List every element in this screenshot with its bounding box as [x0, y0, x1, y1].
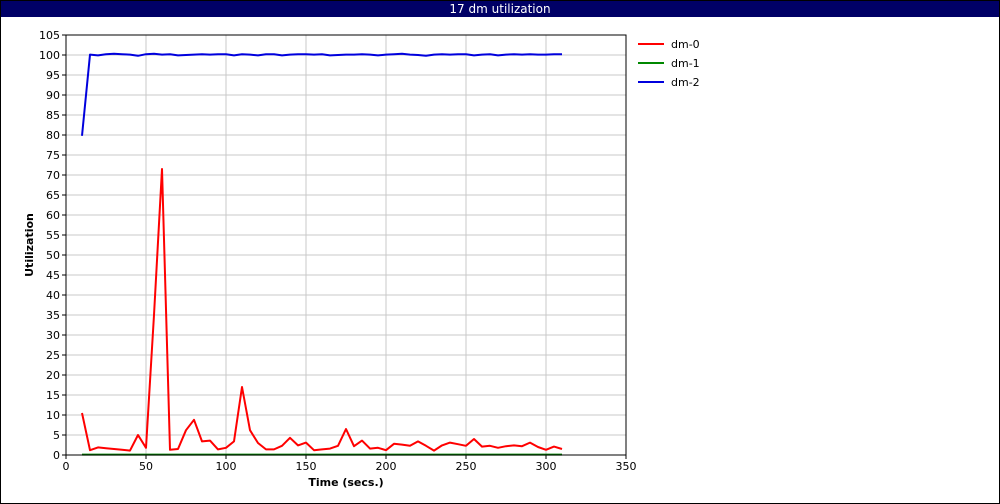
y-tick-label: 35 [46, 309, 60, 322]
y-tick-label: 40 [46, 289, 60, 302]
y-tick-label: 10 [46, 409, 60, 422]
legend-label: dm-2 [671, 76, 700, 89]
y-tick-label: 80 [46, 129, 60, 142]
y-tick-label: 15 [46, 389, 60, 402]
chart-canvas: 0 5 10 15 20 25 30 35 40 45 50 55 60 65 70 75 80 85 90 95 10… [23, 29, 700, 489]
y-tick-label: 65 [46, 189, 60, 202]
legend-label: dm-1 [671, 57, 700, 70]
y-tick-label: 95 [46, 69, 60, 82]
x-tick-label: 100 [216, 460, 237, 473]
y-tick-label: 55 [46, 229, 60, 242]
x-tick-label: 350 [616, 460, 637, 473]
y-tick-label: 60 [46, 209, 60, 222]
y-tick-label: 45 [46, 269, 60, 282]
x-tick-label: 200 [376, 460, 397, 473]
legend: dm-0 dm-1 dm-2 [638, 38, 700, 89]
x-tick-label: 50 [139, 460, 153, 473]
y-tick-label: 0 [53, 449, 60, 462]
series-line-dm-0 [81, 168, 563, 452]
tick-labels: 0 5 10 15 20 25 30 35 40 45 50 55 60 65 70 75 80 85 90 95 10… [39, 29, 637, 473]
y-tick-label: 70 [46, 169, 60, 182]
y-tick-label: 100 [39, 49, 60, 62]
x-tick-label: 250 [456, 460, 477, 473]
y-tick-label: 20 [46, 369, 60, 382]
x-axis-label: Time (secs.) [308, 476, 383, 489]
y-tick-label: 25 [46, 349, 60, 362]
x-tick-label: 300 [536, 460, 557, 473]
series-lines [81, 52, 563, 456]
x-tick-label: 150 [296, 460, 317, 473]
y-tick-label: 85 [46, 109, 60, 122]
y-tick-label: 30 [46, 329, 60, 342]
y-tick-label: 105 [39, 29, 60, 42]
y-axis-label: Utilization [23, 213, 36, 277]
y-tick-label: 75 [46, 149, 60, 162]
legend-label: dm-0 [671, 38, 700, 51]
y-tick-label: 90 [46, 89, 60, 102]
y-tick-label: 50 [46, 249, 60, 262]
y-tick-label: 5 [53, 429, 60, 442]
x-tick-label: 0 [63, 460, 70, 473]
